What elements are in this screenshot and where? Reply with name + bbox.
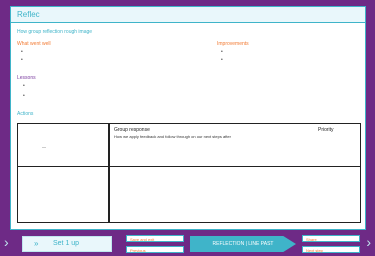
table-divider [108,124,110,222]
progress-banner: REFLECTION | LINE PAST [190,236,296,252]
list-item: • [23,83,25,89]
section-improvements: Improvements [217,41,249,47]
page-subtitle: How group reflection rough image [17,29,93,35]
table-header-priority: Priority [318,127,334,133]
table-cell[interactable]: How we apply feedback and follow through… [114,134,354,139]
list-item: • [221,57,223,63]
section-what-went-well: What went well [17,41,51,47]
worksheet: Reflec How group reflection rough image … [10,6,366,230]
save-exit-button[interactable]: Save and exit [126,235,184,242]
list-item: • [21,57,23,63]
window-title: Reflec [11,7,365,23]
share-button[interactable]: Share [302,235,360,242]
chevron-left-icon[interactable]: › [4,234,9,250]
table-divider [18,166,360,167]
list-item: • [21,49,23,55]
list-item: • [23,93,25,99]
chevron-right-icon[interactable]: › [366,234,371,250]
section-lessons: Lessons [17,75,36,81]
table-header-response: Group response [114,127,150,133]
previous-button[interactable]: Previous [126,246,184,253]
nav-step-text: Set 1 up [53,240,80,247]
section-actions: Actions [17,111,34,117]
next-step-button[interactable]: Next step [302,246,360,253]
footer-bar: › Set 1 up » Save and exit Previous REFL… [0,232,375,256]
table-cell[interactable]: — [42,144,46,149]
actions-table: Group response Priority How we apply fee… [17,123,361,223]
list-item: • [221,49,223,55]
arrow-right-icon: » [34,239,39,248]
